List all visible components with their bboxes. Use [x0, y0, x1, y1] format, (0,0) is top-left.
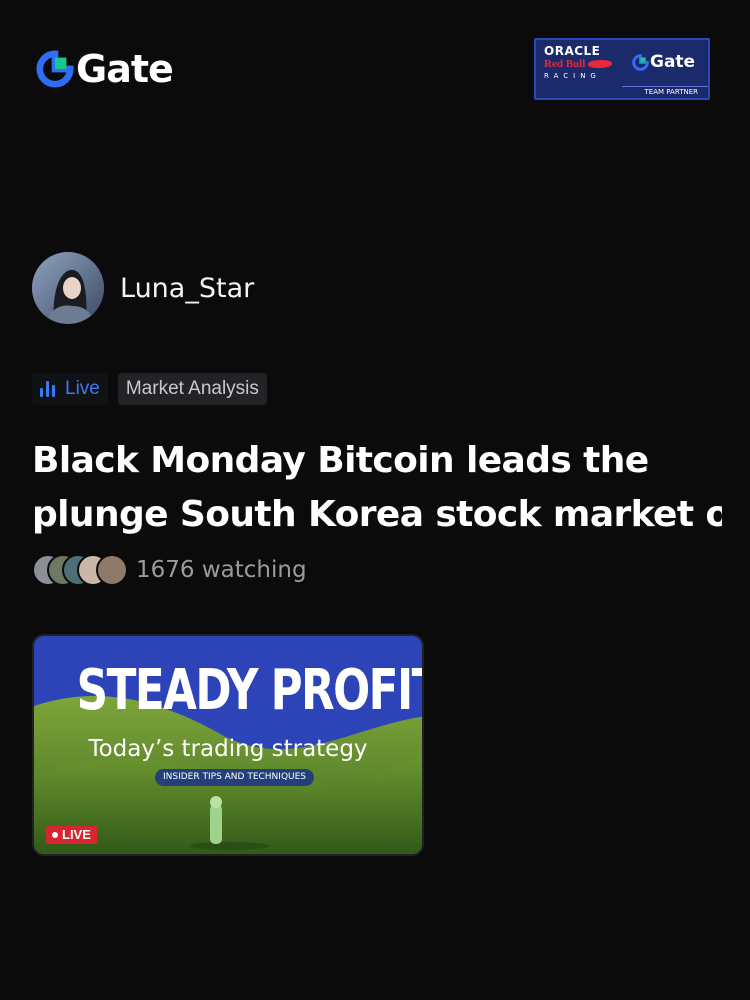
live-tag[interactable]: Live [32, 373, 108, 405]
brand-name: Gate [76, 47, 174, 91]
live-badge-label: LIVE [62, 827, 91, 842]
partner-line-racing: RACING [544, 72, 601, 80]
partner-line-oracle: ORACLE [544, 44, 601, 58]
category-tag-label: Market Analysis [125, 378, 259, 399]
avatar-image [32, 252, 104, 324]
live-stream-thumbnail[interactable]: STEADY PROFITS Today’s trading strategy … [32, 634, 424, 856]
author-name[interactable]: Luna_Star [120, 273, 254, 304]
gate-logo[interactable]: Gate [36, 47, 174, 91]
live-bars-icon [40, 381, 55, 397]
team-partner-banner[interactable]: ORACLE Red Bull RACING Gate TEAM PARTNER [534, 38, 710, 100]
live-tag-label: Live [65, 378, 100, 399]
post-title-line-2: plunge South Korea stock market o [32, 494, 722, 535]
live-badge: LIVE [46, 826, 97, 844]
post-title[interactable]: Black Monday Bitcoin leads the plunge So… [32, 434, 722, 546]
team-partner-label: TEAM PARTNER [622, 86, 708, 98]
viewer-avatar [96, 554, 128, 586]
watching-count: 1676 watching [136, 557, 307, 583]
viewer-avatars [32, 554, 128, 586]
redbull-label: Red Bull [544, 58, 586, 70]
avatar[interactable] [32, 252, 104, 324]
thumbnail-headline: STEADY PROFITS [76, 658, 422, 723]
bull-icon [588, 60, 613, 68]
oracle-redbull-racing-logo: ORACLE Red Bull RACING [544, 45, 620, 82]
partner-gate-name: Gate [650, 52, 696, 72]
thumbnail-subtitle: Today’s trading strategy [88, 736, 368, 762]
thumbnail-pill: INSIDER TIPS AND TECHNIQUES [155, 769, 315, 786]
category-tag[interactable]: Market Analysis [117, 373, 267, 405]
partner-line-redbull: Red Bull [544, 58, 620, 70]
author-row[interactable]: Luna_Star [32, 252, 254, 324]
watching-row: 1676 watching [32, 554, 307, 586]
partner-gate-logo: Gate [632, 52, 695, 72]
tag-row: Live Market Analysis [32, 373, 267, 405]
gate-logo-icon [36, 50, 74, 88]
live-dot-icon [52, 832, 58, 838]
app-header: Gate ORACLE Red Bull RACING Gate TEAM PA… [0, 0, 750, 130]
gate-logo-icon [632, 53, 649, 71]
post-title-line-1: Black Monday Bitcoin leads the [32, 440, 649, 481]
